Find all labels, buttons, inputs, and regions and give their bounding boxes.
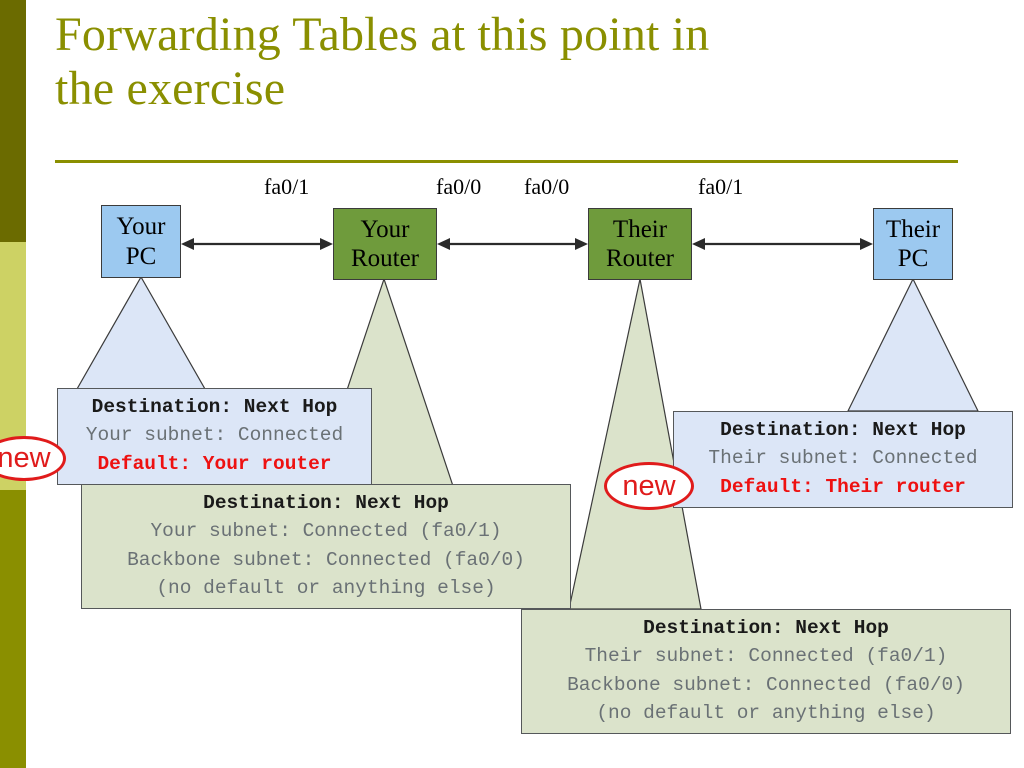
table-row: Destination: Next Hop: [91, 396, 338, 418]
interface-label-their-router-fa01: fa0/1: [698, 174, 744, 199]
interface-label-their-router-fa00: fa0/0: [524, 174, 570, 199]
table-row: (no default or anything else): [596, 701, 936, 724]
diagram-node-your-router[interactable]: Your Router: [333, 208, 437, 280]
table-row: Destination: Next Hop: [720, 419, 966, 441]
table-row: Default: Their router: [720, 475, 966, 498]
title-underline-rule: [55, 160, 958, 163]
new-annotation-label: new: [622, 469, 676, 502]
new-annotation-label: new: [0, 442, 51, 474]
slide-sidebar-decoration: [0, 0, 26, 768]
table-row: Their subnet: Connected: [708, 447, 978, 470]
node-label: Their PC: [885, 215, 941, 273]
table-row: Backbone subnet: Connected (fa0/0): [567, 673, 965, 696]
forwarding-table-your-router: Destination: Next Hop Your subnet: Conne…: [81, 484, 571, 610]
table-row: Your subnet: Connected: [85, 424, 344, 447]
forwarding-table-their-router: Destination: Next Hop Their subnet: Conn…: [521, 609, 1011, 735]
table-row: Destination: Next Hop: [643, 617, 889, 639]
node-label: Your PC: [116, 213, 166, 270]
node-label: Your Router: [350, 215, 420, 273]
forwarding-table-their-pc: Destination: Next Hop Their subnet: Conn…: [673, 411, 1013, 508]
table-row: Default: Your router: [97, 452, 332, 475]
link-your-pc-to-your-router: [181, 238, 333, 250]
table-row: Destination: Next Hop: [203, 492, 449, 514]
table-row: Backbone subnet: Connected (fa0/0): [127, 548, 525, 571]
link-your-router-to-their-router: [437, 238, 588, 250]
forwarding-table-your-pc: Destination: Next Hop Your subnet: Conne…: [57, 388, 372, 485]
table-row: Your subnet: Connected (fa0/1): [150, 520, 502, 543]
interface-label-your-router-fa01: fa0/1: [264, 174, 310, 199]
link-their-router-to-their-pc: [692, 238, 873, 250]
diagram-node-their-pc[interactable]: Their PC: [873, 208, 953, 280]
node-label: Their Router: [605, 215, 675, 273]
new-annotation-badge-right: new: [604, 462, 694, 510]
table-row: (no default or anything else): [156, 576, 496, 599]
interface-label-your-router-fa00: fa0/0: [436, 174, 482, 199]
sidebar-band-bottom: [0, 490, 26, 768]
slide-title: Forwarding Tables at this point in the e…: [55, 8, 710, 115]
sidebar-band-top: [0, 0, 26, 242]
table-row: Their subnet: Connected (fa0/1): [584, 645, 948, 668]
diagram-node-your-pc[interactable]: Your PC: [101, 205, 181, 278]
diagram-node-their-router[interactable]: Their Router: [588, 208, 692, 280]
